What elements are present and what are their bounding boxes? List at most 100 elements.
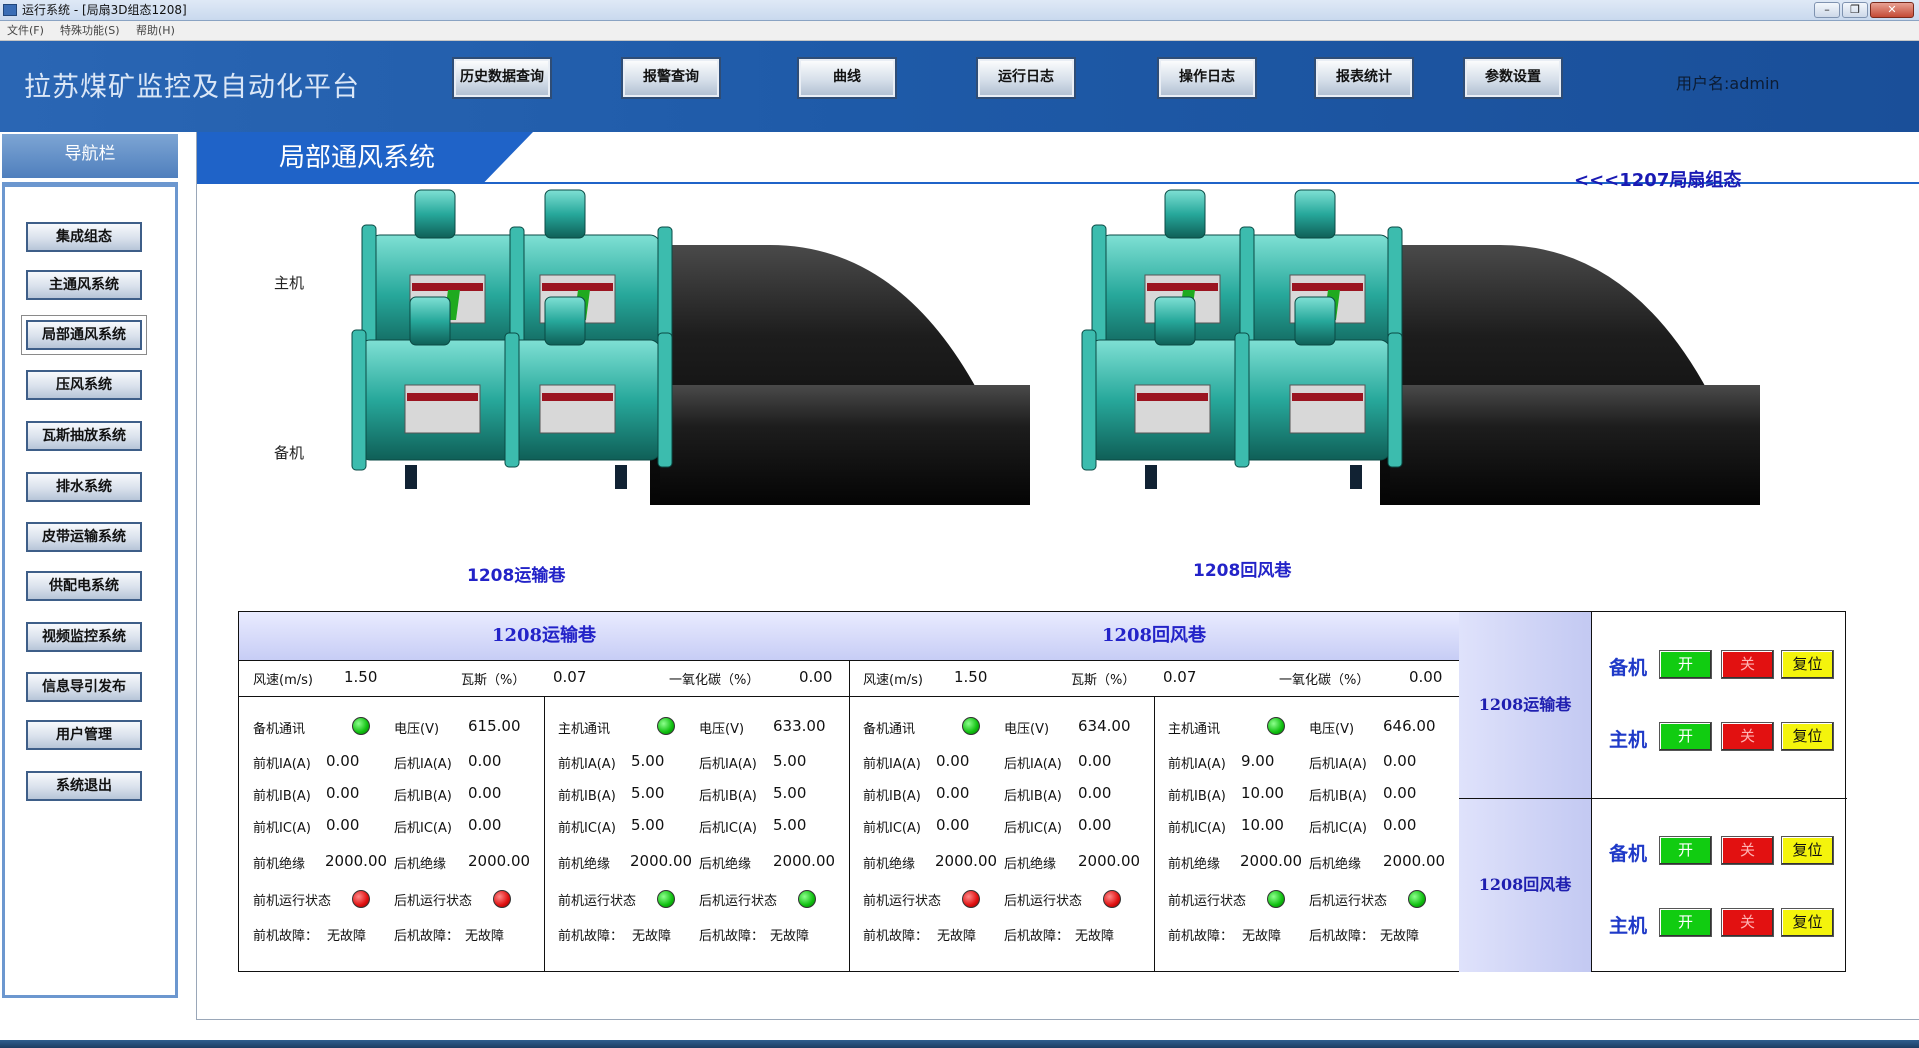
start-button[interactable]: 开: [1659, 722, 1712, 751]
env-value: 0.07: [1163, 668, 1197, 686]
stop-button[interactable]: 关: [1721, 836, 1774, 865]
front-run-state-led: [352, 890, 370, 908]
front-metric-label: 前机IA(A): [1168, 757, 1226, 772]
front-run-state-label: 前机运行状态: [558, 894, 637, 909]
run-log-button[interactable]: 运行日志: [976, 57, 1076, 99]
stop-button[interactable]: 关: [1721, 650, 1774, 679]
front-metric-value: 0.00: [326, 784, 360, 802]
menu-bar: 文件(F) 特殊功能(S) 帮助(H): [0, 21, 1919, 41]
voltage-value: 634.00: [1078, 717, 1131, 735]
nav-item-main-ventilation[interactable]: 主通风系统: [26, 270, 142, 300]
front-metric-label: 前机IC(A): [253, 821, 311, 836]
front-run-state-led: [1267, 890, 1285, 908]
menu-help[interactable]: 帮助(H): [136, 21, 175, 41]
control-row-label: 主机: [1609, 729, 1648, 751]
front-metric-label: 前机IA(A): [253, 757, 311, 772]
menu-file[interactable]: 文件(F): [7, 21, 44, 41]
curve-button[interactable]: 曲线: [797, 57, 897, 99]
front-metric-value: 5.00: [631, 752, 665, 770]
front-metric-label: 前机绝缘: [1168, 857, 1221, 872]
nav-item-drainage[interactable]: 排水系统: [26, 472, 142, 502]
section-divider: [849, 612, 850, 972]
front-run-state-label: 前机运行状态: [1168, 894, 1247, 909]
row-label-main: 主机: [274, 274, 305, 292]
rear-run-state-label: 后机运行状态: [1004, 894, 1083, 909]
rear-fault-value: 无故障: [1075, 929, 1115, 944]
row-label-backup: 备机: [274, 444, 305, 462]
front-fault-value: 无故障: [937, 929, 977, 944]
env-value: 0.00: [1409, 668, 1443, 686]
operation-log-button[interactable]: 操作日志: [1157, 57, 1257, 99]
comm-label: 主机通讯: [1168, 722, 1221, 737]
env-label: 瓦斯（%）: [1071, 673, 1136, 688]
rear-metric-label: 后机IC(A): [394, 821, 452, 836]
nav-item-integrated[interactable]: 集成组态: [26, 222, 142, 252]
nav-panel: 导航栏 集成组态 主通风系统 局部通风系统 压风系统 瓦斯抽放系统 排水系统 皮…: [0, 132, 180, 1002]
start-button[interactable]: 开: [1659, 836, 1712, 865]
rear-metric-value: 0.00: [1078, 752, 1112, 770]
rear-run-state-led: [798, 890, 816, 908]
comm-label: 备机通讯: [863, 722, 916, 737]
front-run-state-label: 前机运行状态: [253, 894, 332, 909]
report-stats-button[interactable]: 报表统计: [1314, 57, 1414, 99]
rear-run-state-led: [493, 890, 511, 908]
nav-item-belt-transport[interactable]: 皮带运输系统: [26, 522, 142, 552]
front-metric-label: 前机绝缘: [863, 857, 916, 872]
menu-special[interactable]: 特殊功能(S): [60, 21, 120, 41]
rear-fault-value: 无故障: [1380, 929, 1420, 944]
start-button[interactable]: 开: [1659, 650, 1712, 679]
control-group-label: 1208运输巷: [1459, 612, 1591, 798]
fan-group-left-illustration: [351, 189, 1030, 505]
nav-item-system-exit[interactable]: 系统退出: [26, 771, 142, 801]
rear-metric-label: 后机IC(A): [1309, 821, 1367, 836]
rear-fault-label: 后机故障：: [394, 929, 460, 944]
control-row-label: 备机: [1609, 657, 1648, 679]
reset-button[interactable]: 复位: [1781, 722, 1834, 751]
nav-item-video-monitor[interactable]: 视频监控系统: [26, 622, 142, 652]
minimize-button[interactable]: –: [1814, 2, 1840, 18]
rear-metric-value: 5.00: [773, 752, 807, 770]
rear-metric-value: 0.00: [1383, 784, 1417, 802]
rear-run-state-label: 后机运行状态: [394, 894, 473, 909]
front-metric-label: 前机IA(A): [863, 757, 921, 772]
nav-item-user-management[interactable]: 用户管理: [26, 720, 142, 750]
env-label: 瓦斯（%）: [461, 673, 526, 688]
front-metric-value: 2000.00: [325, 852, 388, 870]
front-metric-label: 前机IC(A): [1168, 821, 1226, 836]
env-value: 0.00: [799, 668, 833, 686]
voltage-value: 646.00: [1383, 717, 1436, 735]
nav-item-compressed-air[interactable]: 压风系统: [26, 370, 142, 400]
front-metric-value: 10.00: [1241, 784, 1284, 802]
reset-button[interactable]: 复位: [1781, 908, 1834, 937]
voltage-value: 633.00: [773, 717, 826, 735]
status-panel: 1208运输巷 风速(m/s) 1.50 瓦斯（%） 0.07 一氧化碳（%） 0.00 备机…: [238, 611, 1847, 972]
history-query-button[interactable]: 历史数据查询: [452, 57, 552, 99]
control-row-label: 主机: [1609, 915, 1648, 937]
front-fault-label: 前机故障：: [1168, 929, 1234, 944]
start-button[interactable]: 开: [1659, 908, 1712, 937]
stop-button[interactable]: 关: [1721, 908, 1774, 937]
front-metric-value: 10.00: [1241, 816, 1284, 834]
app-icon: [3, 4, 17, 16]
front-metric-value: 0.00: [936, 816, 970, 834]
front-metric-value: 5.00: [631, 784, 665, 802]
nav-item-power-supply[interactable]: 供配电系统: [26, 571, 142, 601]
alarm-query-button[interactable]: 报警查询: [621, 57, 721, 99]
parameter-settings-button[interactable]: 参数设置: [1463, 57, 1563, 99]
voltage-label: 电压(V): [699, 722, 745, 737]
reset-button[interactable]: 复位: [1781, 650, 1834, 679]
rear-metric-label: 后机IC(A): [1004, 821, 1062, 836]
stop-button[interactable]: 关: [1721, 722, 1774, 751]
section-header: 1208回风巷: [849, 612, 1459, 660]
close-button[interactable]: ✕: [1870, 2, 1914, 18]
section-header: 1208运输巷: [239, 612, 849, 660]
rear-metric-value: 5.00: [773, 784, 807, 802]
nav-item-info-publish[interactable]: 信息导引发布: [26, 672, 142, 702]
rear-metric-label: 后机IA(A): [699, 757, 757, 772]
nav-item-local-ventilation[interactable]: 局部通风系统: [21, 315, 147, 355]
nav-item-gas-drainage[interactable]: 瓦斯抽放系统: [26, 421, 142, 451]
maximize-button[interactable]: ❐: [1842, 2, 1868, 18]
fan-group-caption-right: 1208回风巷: [1193, 561, 1292, 581]
app-header: 拉苏煤矿监控及自动化平台 历史数据查询 报警查询 曲线 运行日志 操作日志 报表…: [0, 41, 1919, 132]
reset-button[interactable]: 复位: [1781, 836, 1834, 865]
